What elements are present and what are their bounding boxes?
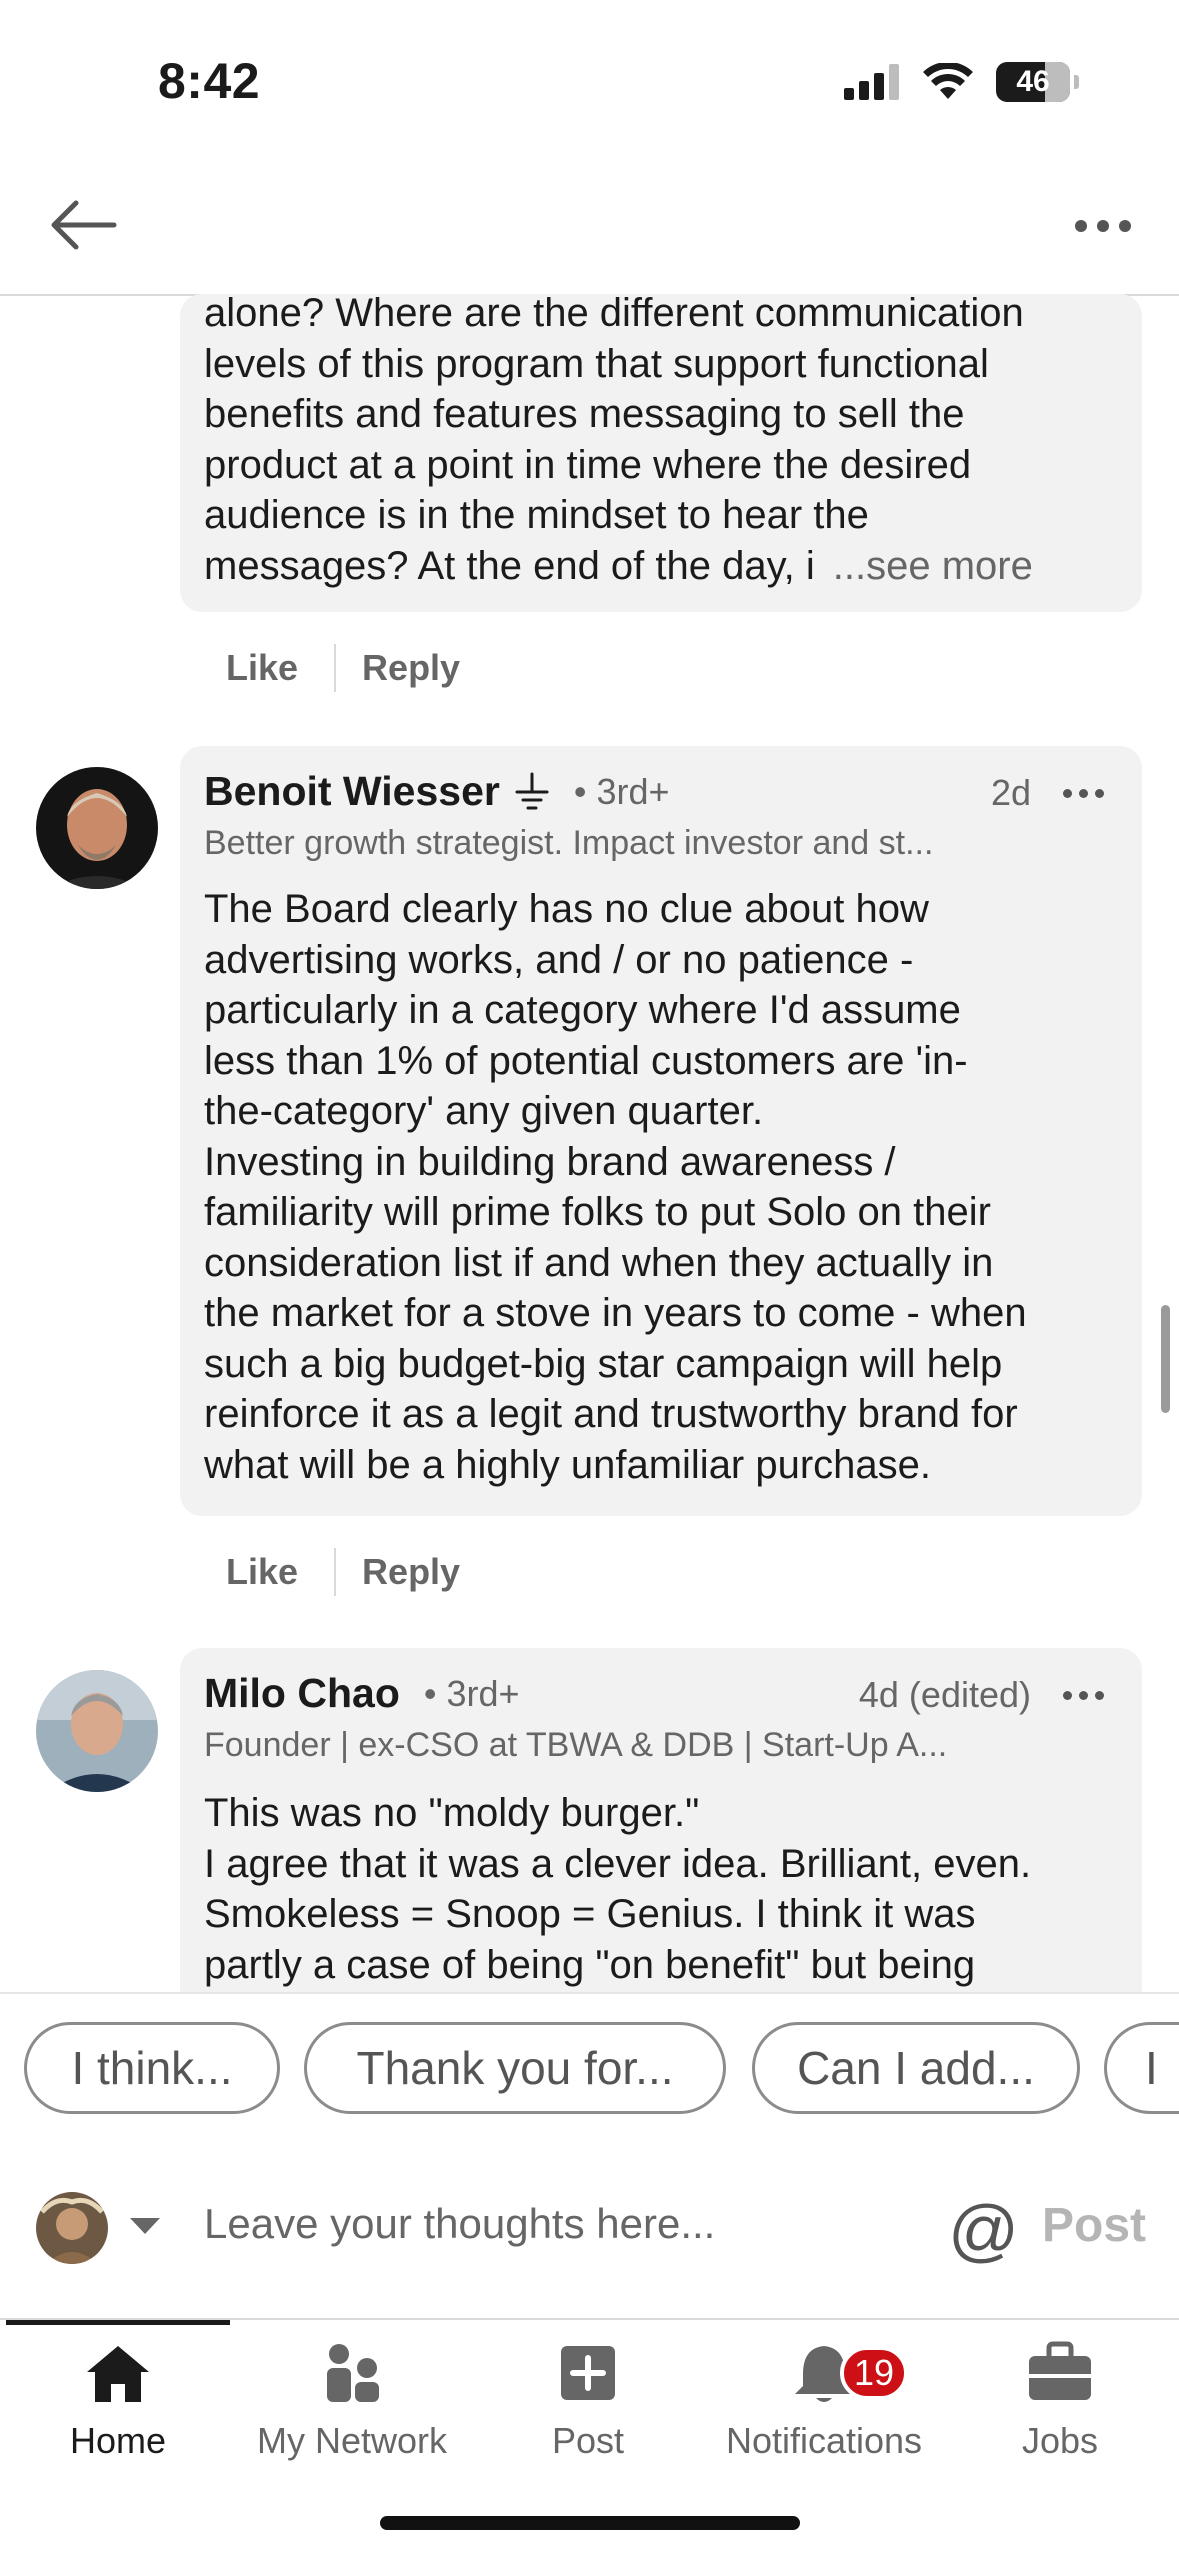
battery-level: 46 [1016, 65, 1050, 98]
suggestion-chip[interactable]: I [1104, 2022, 1179, 2114]
comment-bubble: Benoit Wiesser • 3rd+ 2d Better growth s… [180, 746, 1142, 1516]
author-name[interactable]: Milo Chao [204, 1670, 400, 1717]
connection-degree: • 3rd+ [423, 1672, 520, 1714]
like-button[interactable]: Like [226, 647, 298, 689]
suggestion-chip[interactable]: Thank you for... [304, 2022, 726, 2114]
nav-post[interactable]: Post [470, 2340, 706, 2462]
comment-more-icon[interactable] [1063, 788, 1104, 798]
author-headline: Better growth strategist. Impact investo… [204, 824, 934, 862]
more-options-icon[interactable] [1075, 220, 1131, 232]
author-headline: Founder | ex-CSO at TBWA & DDB | Start-U… [204, 1726, 948, 1764]
avatar[interactable] [36, 1670, 158, 1792]
active-tab-indicator [6, 2320, 230, 2325]
like-button[interactable]: Like [226, 1551, 298, 1593]
nav-label: My Network [256, 2420, 448, 2461]
battery-icon: 46 [996, 62, 1070, 102]
comment-composer: Leave your thoughts here... @ Post [0, 2142, 1179, 2320]
comment-bubble: Milo Chao • 3rd+ 4d (edited) Founder | e… [180, 1648, 1142, 2048]
reply-suggestions: I think... Thank you for... Can I add...… [0, 1992, 1179, 2144]
nav-label: Jobs [1021, 2420, 1099, 2461]
chevron-down-icon[interactable] [130, 2218, 160, 2234]
scrollbar[interactable] [1161, 1305, 1170, 1413]
back-arrow-icon[interactable] [48, 198, 118, 252]
comment-actions: Like Reply [226, 640, 460, 696]
briefcase-icon [1029, 2341, 1091, 2400]
suggestion-chip[interactable]: Can I add... [752, 2022, 1080, 2114]
comment-more-icon[interactable] [1063, 1690, 1104, 1700]
status-icons: 46 [844, 62, 1079, 102]
user-avatar[interactable] [36, 2192, 108, 2264]
nav-home[interactable]: Home [0, 2340, 236, 2462]
network-icon [327, 2344, 379, 2402]
home-indicator[interactable] [380, 2516, 800, 2530]
nav-label: Notifications [725, 2420, 923, 2461]
nav-jobs[interactable]: Jobs [942, 2340, 1178, 2462]
reply-button[interactable]: Reply [362, 647, 460, 689]
home-icon [87, 2346, 149, 2402]
comment-time: 2d [990, 772, 1031, 813]
suggestion-chip[interactable]: I think... [24, 2022, 280, 2114]
avatar[interactable] [36, 767, 158, 889]
author-name[interactable]: Benoit Wiesser [204, 768, 500, 815]
divider [334, 1548, 337, 1596]
cellular-signal-icon [844, 64, 899, 100]
comment-time: 4d (edited) [858, 1674, 1031, 1715]
top-bar [0, 150, 1179, 296]
comment-text: The Board clearly has no clue about how … [204, 887, 1027, 1487]
post-button[interactable]: Post [1042, 2198, 1146, 2253]
nav-notifications[interactable]: 19 Notifications [706, 2340, 942, 2462]
divider [334, 644, 337, 692]
see-more-link[interactable]: ...see more [833, 544, 1033, 588]
nav-label: Home [69, 2420, 167, 2461]
comment-bubble: alone? Where are the different communica… [180, 291, 1142, 612]
comment-actions: Like Reply [226, 1544, 460, 1600]
grounded-symbol-icon [515, 772, 549, 809]
reply-button[interactable]: Reply [362, 1551, 460, 1593]
nav-my-network[interactable]: My Network [234, 2340, 470, 2462]
wifi-icon [923, 63, 973, 99]
comment-text: This was no "moldy burger." I agree that… [204, 1791, 1032, 1987]
comment-input[interactable]: Leave your thoughts here... [204, 2200, 715, 2248]
comment-text: alone? Where are the different communica… [204, 291, 1033, 588]
nav-label: Post [551, 2420, 625, 2461]
notification-badge: 19 [840, 2346, 909, 2400]
status-time: 8:42 [158, 53, 261, 109]
connection-degree: • 3rd+ [573, 770, 670, 812]
battery-tip [1074, 75, 1079, 89]
post-icon [561, 2346, 615, 2400]
mention-icon[interactable]: @ [948, 2190, 1019, 2270]
